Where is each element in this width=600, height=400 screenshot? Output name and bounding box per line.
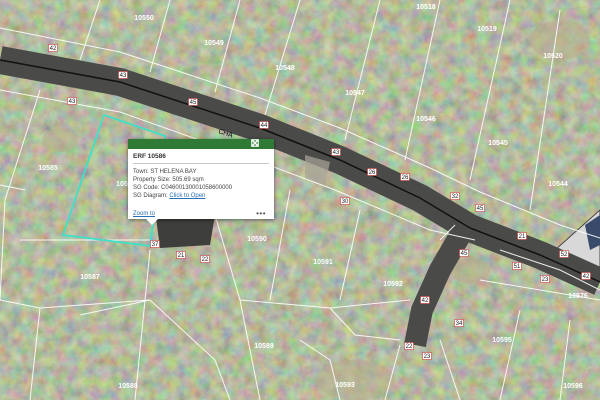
erf-label: 10544 <box>548 181 568 188</box>
erf-label: 10596 <box>563 383 583 390</box>
segment-marker: 21 <box>178 253 185 259</box>
erf-label: 10588 <box>118 383 138 390</box>
zoom-to-link[interactable]: Zoom to <box>133 211 155 217</box>
segment-marker: 23 <box>542 277 549 283</box>
erf-label: 10593 <box>335 382 355 389</box>
segment-marker: 45 <box>190 100 197 106</box>
segment-marker: 43 <box>69 99 76 105</box>
erf-label: 10595 <box>492 337 512 344</box>
segment-marker: 22 <box>406 344 413 350</box>
erf-label: 10585 <box>38 165 58 172</box>
popup-divider <box>133 163 269 164</box>
sg-diagram-label: SG Diagram: <box>133 193 168 199</box>
sg-code-row: SG Code: C04600130001058600000 <box>133 184 232 192</box>
segment-marker: 21 <box>519 234 526 240</box>
popup-attributes: Town: ST HELENA BAY Property Size: 505.6… <box>133 168 232 200</box>
erf-label: 10546 <box>416 116 436 123</box>
erf-label: 10520 <box>543 53 563 60</box>
size-row: Property Size: 505.69 sqm <box>133 176 232 184</box>
segment-marker: 43 <box>120 73 127 79</box>
erf-label: 10547 <box>345 90 365 97</box>
segment-marker: 26 <box>369 170 376 176</box>
sg-diagram-row: SG Diagram: Click to Open <box>133 192 232 200</box>
erf-label: 10590 <box>247 236 267 243</box>
sg-code-value: C04600130001058600000 <box>161 185 233 191</box>
close-icon <box>251 139 259 147</box>
segment-marker: 42 <box>583 274 590 280</box>
segment-marker: 22 <box>202 257 209 263</box>
close-button[interactable] <box>251 139 272 149</box>
segment-marker: 32 <box>452 194 459 200</box>
more-actions-button[interactable]: ••• <box>256 209 266 218</box>
town-row: Town: ST HELENA BAY <box>133 168 232 176</box>
erf-label: 10591 <box>313 259 333 266</box>
segment-marker: 43 <box>333 150 340 156</box>
popup-pointer <box>146 219 158 225</box>
segment-marker: 34 <box>456 321 463 327</box>
segment-marker: 30 <box>342 199 349 205</box>
erf-label: 10518 <box>416 4 436 11</box>
erf-label: 10576 <box>568 293 588 300</box>
segment-marker: 42 <box>422 298 429 304</box>
erf-label: 105 <box>116 181 128 188</box>
segment-marker: 45 <box>477 206 484 212</box>
town-label: Town: <box>133 169 149 175</box>
erf-label: 10550 <box>134 15 154 22</box>
map-view[interactable]: CHA 42 43 45 44 43 43 26 30 32 45 21 52 … <box>0 0 600 400</box>
segment-marker: 51 <box>514 264 521 270</box>
popup-title: ERF 10586 <box>133 153 166 160</box>
erf-label: 10589 <box>254 343 274 350</box>
erf-label: 10592 <box>383 281 403 288</box>
map-canvas[interactable]: CHA 42 43 45 44 43 43 26 30 32 45 21 52 … <box>0 0 600 400</box>
segment-marker: 37 <box>152 242 159 248</box>
segment-marker: 26 <box>402 175 409 181</box>
segment-marker: 45 <box>461 251 468 257</box>
town-value: ST HELENA BAY <box>150 169 197 175</box>
popup-controls <box>251 139 272 149</box>
size-label: Property Size: <box>133 177 171 183</box>
segment-marker: 23 <box>424 354 431 360</box>
sg-code-label: SG Code: <box>133 185 160 191</box>
erf-label: 10548 <box>275 65 295 72</box>
size-value: 505.69 sqm <box>172 177 204 183</box>
erf-label: 10549 <box>204 40 224 47</box>
segment-marker: 52 <box>561 252 568 258</box>
segment-marker: 44 <box>261 123 268 129</box>
erf-label: 10587 <box>80 274 100 281</box>
erf-label: 10545 <box>488 140 508 147</box>
erf-label: 10519 <box>477 26 497 33</box>
sg-diagram-link[interactable]: Click to Open <box>169 193 205 199</box>
parcel-info-popup: ERF 10586 Town: ST HELENA BAY Property S… <box>128 139 274 225</box>
segment-marker: 42 <box>50 46 57 52</box>
